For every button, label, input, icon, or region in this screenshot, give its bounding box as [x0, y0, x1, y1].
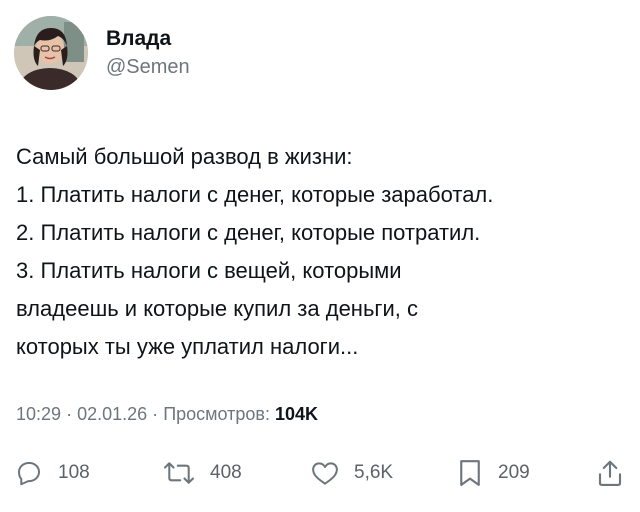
views-count: 104K — [274, 404, 319, 424]
user-handle[interactable]: @Semen — [106, 54, 190, 80]
post-date[interactable]: 02.01.26 — [77, 404, 147, 424]
avatar-image — [14, 16, 88, 90]
tweet-text-line: 2. Платить налоги с денег, которые потра… — [16, 220, 481, 245]
like-count: 5,6K — [354, 462, 394, 483]
views-label: Просмотров: — [163, 404, 270, 424]
tweet-text-line: 3. Платить налоги с вещей, которыми — [16, 258, 402, 283]
bookmark-button[interactable]: 209 — [456, 455, 530, 491]
reply-icon — [14, 458, 44, 488]
display-name[interactable]: Влада — [106, 26, 190, 52]
heart-icon — [310, 458, 340, 488]
action-bar: 108 408 5,6K 209 — [14, 455, 628, 491]
tweet-text-line: владеешь и которые купил за деньги, с — [16, 296, 418, 321]
tweet-text-line: 1. Платить налоги с денег, которые зараб… — [16, 182, 494, 207]
share-button[interactable] — [596, 455, 624, 491]
repost-icon — [162, 458, 196, 488]
tweet-text: Самый большой развод в жизни: 1. Платить… — [16, 138, 628, 366]
tweet-card: Влада @Semen Самый большой развод в жизн… — [0, 0, 640, 512]
reply-count: 108 — [58, 462, 90, 483]
bookmark-count: 209 — [498, 462, 530, 483]
tweet-text-line: Самый большой развод в жизни: — [16, 144, 353, 169]
share-icon — [596, 458, 624, 488]
repost-count: 408 — [210, 462, 242, 483]
tweet-meta: 10:29 · 02.01.26 · Просмотров: 104K — [16, 402, 318, 426]
repost-button[interactable]: 408 — [162, 455, 242, 491]
tweet-text-line: которых ты уже уплатил налоги... — [16, 334, 359, 359]
tweet-header: Влада @Semen — [14, 16, 190, 90]
avatar[interactable] — [14, 16, 88, 90]
reply-button[interactable]: 108 — [14, 455, 90, 491]
like-button[interactable]: 5,6K — [310, 455, 393, 491]
bookmark-icon — [456, 458, 484, 488]
meta-separator: · — [152, 404, 159, 424]
post-time[interactable]: 10:29 — [16, 404, 61, 424]
meta-separator: · — [66, 404, 73, 424]
author-names: Влада @Semen — [106, 26, 190, 80]
